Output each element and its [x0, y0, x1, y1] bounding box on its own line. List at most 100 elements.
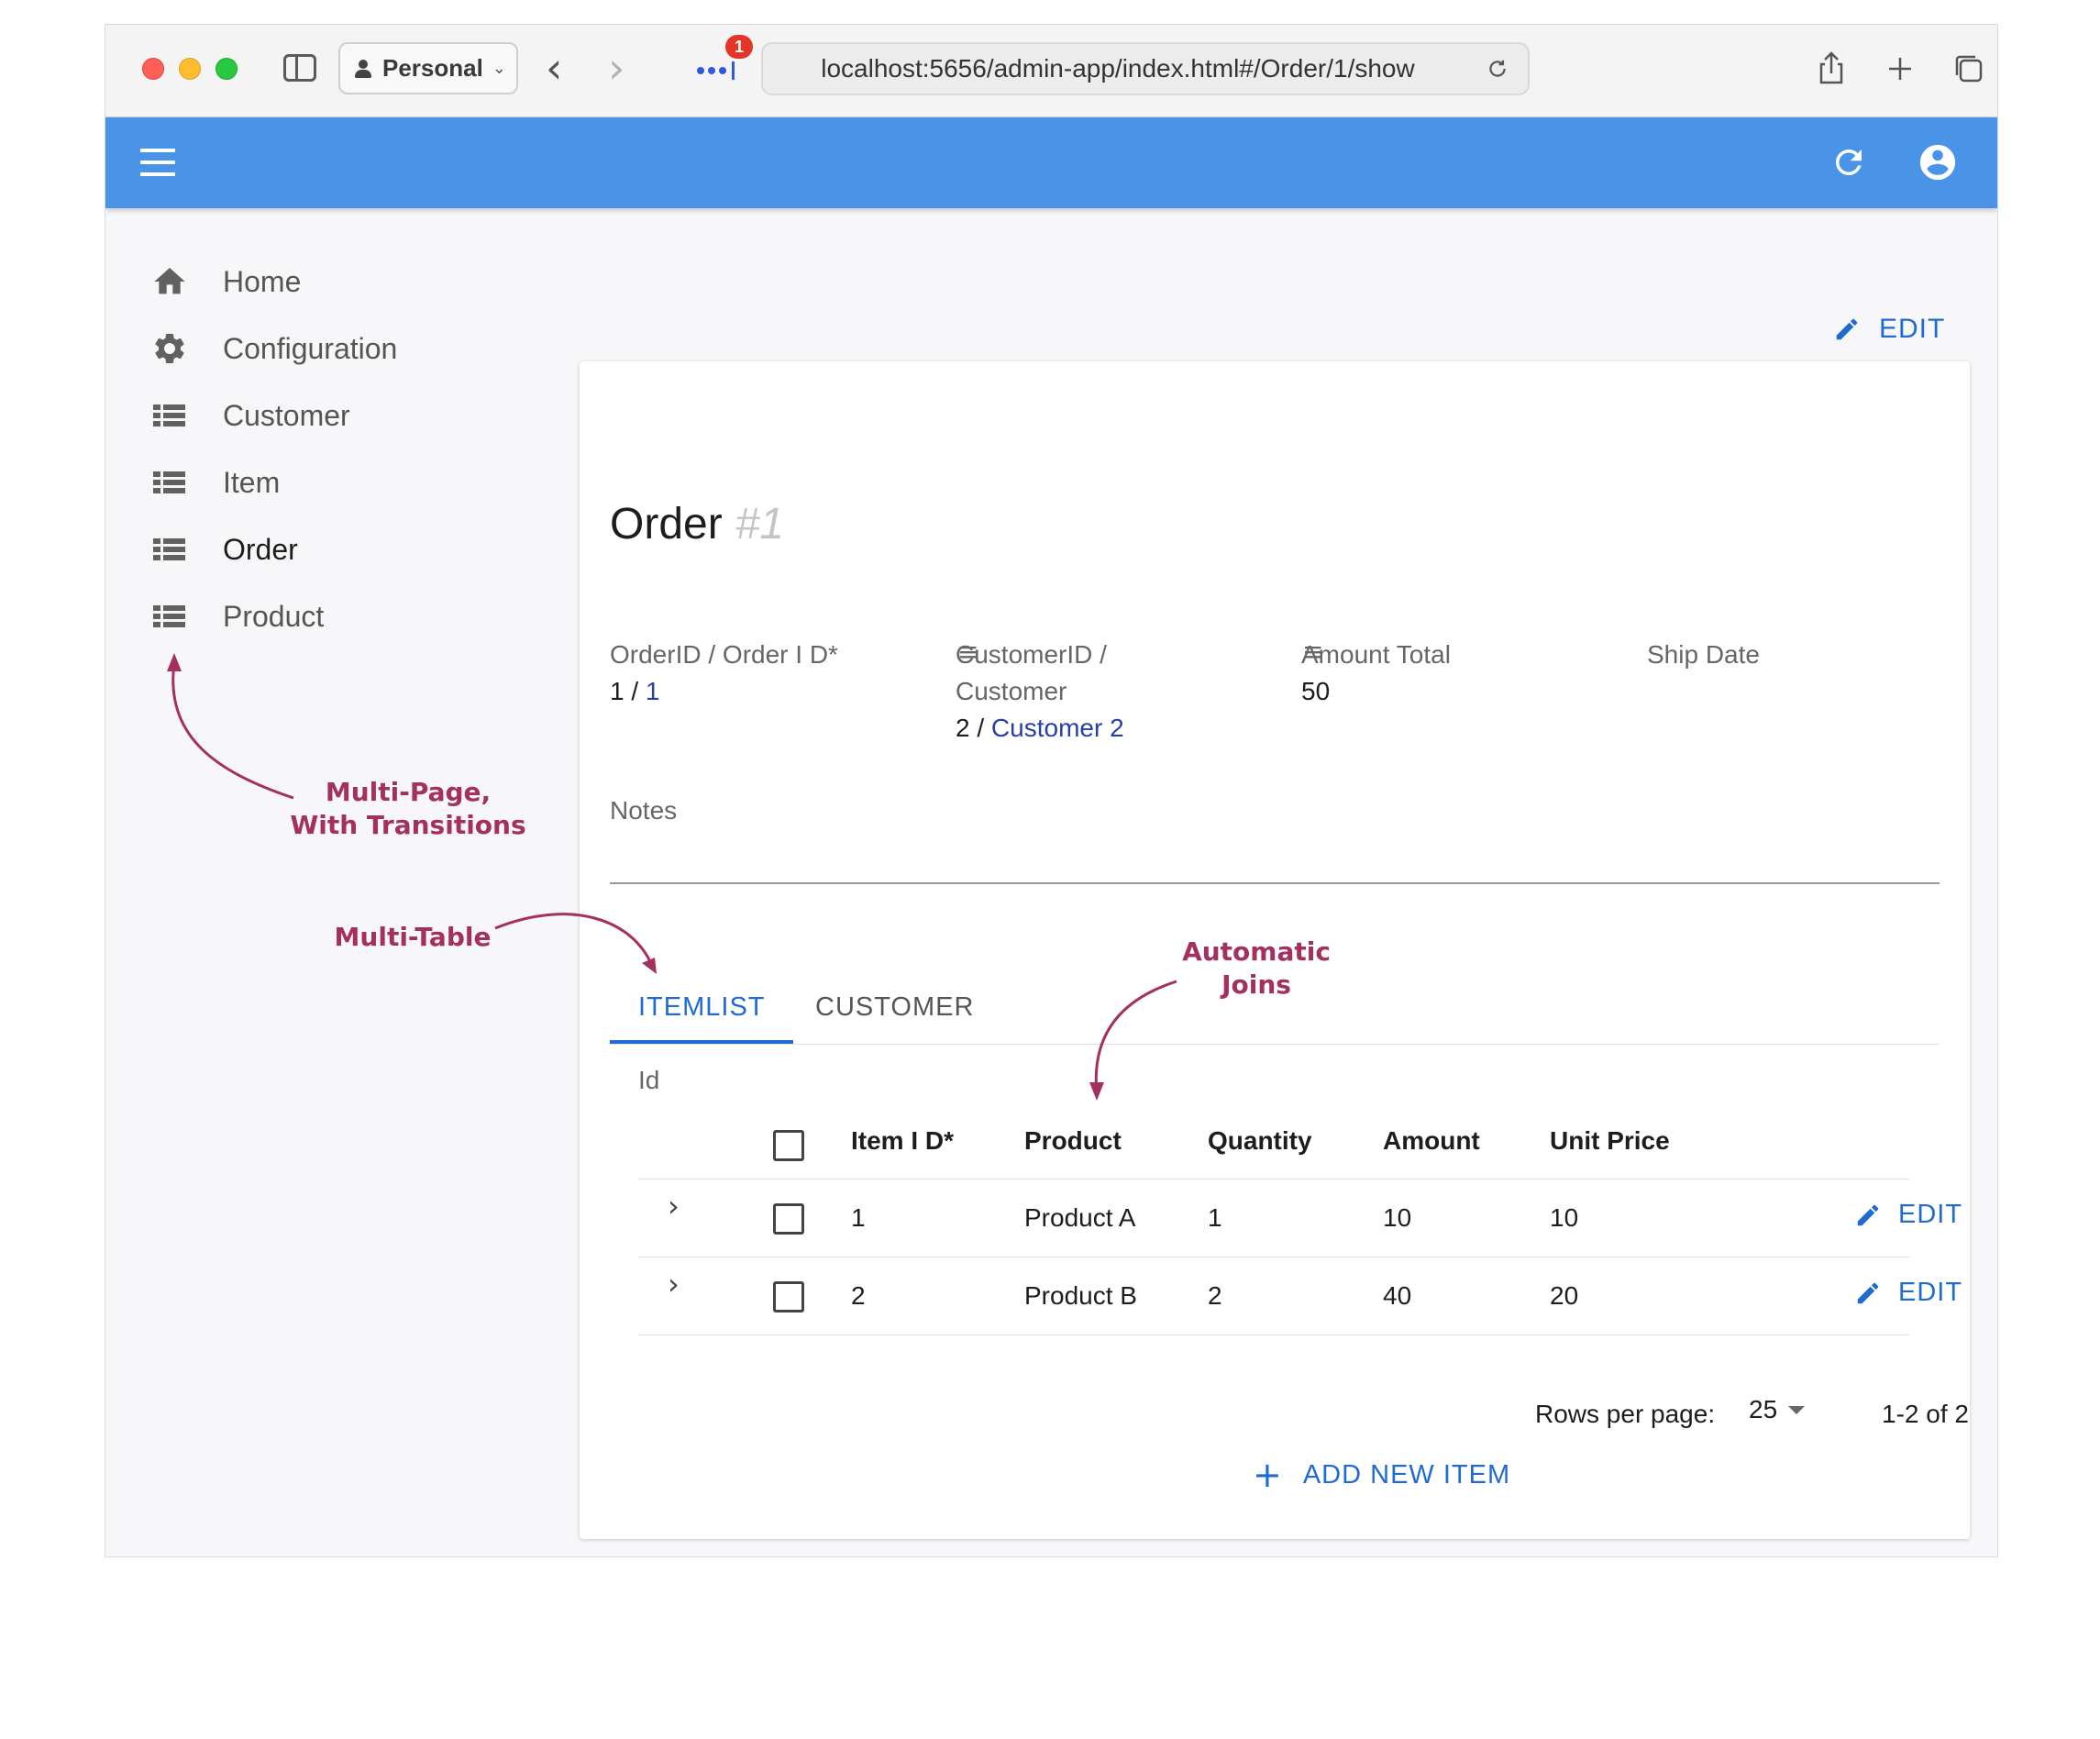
add-new-item-label: ADD NEW ITEM	[1302, 1459, 1511, 1490]
row-checkbox[interactable]	[773, 1281, 804, 1313]
page-title: Order #1	[610, 499, 784, 549]
row-edit-button[interactable]: EDIT	[1854, 1278, 1962, 1308]
sidebar-toggle-icon[interactable]	[283, 54, 316, 82]
annotation-automatic-joins: Automatic Joins	[1165, 936, 1348, 1002]
annotation-automatic-joins-line2: Joins	[1221, 969, 1291, 1000]
notes-divider	[610, 882, 1940, 884]
forward-icon[interactable]: ›	[608, 45, 624, 91]
rows-per-page-select[interactable]: 25	[1749, 1395, 1806, 1424]
edit-label: EDIT	[1879, 314, 1946, 344]
sidebar-item-label: Configuration	[223, 331, 398, 365]
tab-itemlist[interactable]: ITEMLIST	[638, 992, 766, 1023]
gear-icon	[155, 333, 184, 363]
column-header-amount[interactable]: Amount	[1383, 1126, 1480, 1156]
back-icon[interactable]: ‹	[546, 45, 562, 91]
plus-icon: +	[1253, 1455, 1283, 1495]
cell-unit-price: 20	[1550, 1281, 1579, 1310]
rows-per-page-value: 25	[1749, 1395, 1778, 1423]
chevron-right-icon[interactable]: ›	[668, 1189, 680, 1224]
extensions-icon[interactable]	[697, 61, 741, 80]
cell-item-id: 2	[851, 1281, 866, 1310]
order-id-value: 1 / 1	[610, 673, 660, 710]
profile-label: Personal	[382, 54, 483, 82]
browser-toolbar: Personal ⌄ ‹ › 1 localhost:5656/admin-ap…	[105, 25, 1997, 117]
add-new-item-button[interactable]: + ADD NEW ITEM	[1253, 1457, 1510, 1492]
sidebar-item-label: Home	[223, 264, 302, 298]
chevron-right-icon[interactable]: ›	[668, 1267, 680, 1301]
address-bar[interactable]: localhost:5656/admin-app/index.html#/Ord…	[761, 42, 1530, 95]
cell-quantity: 2	[1208, 1281, 1222, 1310]
sidebar-item-label: Item	[223, 465, 281, 499]
customer-prefix: 2 /	[956, 714, 991, 742]
sidebar-item-item[interactable]: Item	[151, 455, 280, 510]
row-divider	[638, 1179, 1909, 1180]
cell-amount: 40	[1383, 1281, 1412, 1310]
sidebar-item-configuration[interactable]: Configuration	[151, 321, 397, 376]
hamburger-menu-icon[interactable]	[140, 149, 175, 176]
customer-label-line1: CustomerID /	[956, 640, 1107, 669]
profile-button[interactable]: Personal ⌄	[338, 42, 518, 94]
dropdown-arrow-icon	[1788, 1405, 1806, 1414]
id-label: Id	[638, 1066, 660, 1094]
sidebar-item-customer[interactable]: Customer	[151, 388, 350, 443]
record-id: #1	[735, 500, 785, 548]
row-edit-label: EDIT	[1898, 1200, 1963, 1229]
new-tab-icon[interactable]	[1880, 49, 1920, 89]
cell-amount: 10	[1383, 1203, 1412, 1232]
sidebar-item-order[interactable]: Order	[151, 522, 298, 577]
row-checkbox[interactable]	[773, 1203, 804, 1235]
tabs-divider	[610, 1044, 1940, 1045]
sidebar-item-label: Customer	[223, 398, 350, 432]
url-text: localhost:5656/admin-app/index.html#/Ord…	[821, 54, 1415, 83]
cell-item-id: 1	[851, 1203, 866, 1232]
list-icon	[151, 397, 188, 434]
refresh-icon[interactable]	[1829, 143, 1868, 182]
amount-total-value: 50	[1301, 677, 1331, 705]
annotation-multi-table: Multi-Table	[334, 922, 492, 952]
row-edit-button[interactable]: EDIT	[1854, 1200, 1962, 1230]
page-range: 1-2 of 2	[1882, 1400, 1969, 1428]
pencil-icon	[1857, 1204, 1879, 1225]
list-icon	[151, 598, 188, 635]
reload-icon[interactable]	[1486, 57, 1509, 81]
home-icon	[154, 268, 185, 294]
pencil-icon	[1857, 1282, 1879, 1303]
customer-value: 2 / Customer 2	[956, 710, 1124, 747]
row-edit-label: EDIT	[1898, 1278, 1963, 1307]
cell-quantity: 1	[1208, 1203, 1222, 1232]
list-icon	[151, 531, 188, 568]
column-header-product[interactable]: Product	[1024, 1126, 1122, 1156]
account-circle-icon[interactable]	[1917, 141, 1959, 183]
column-header-item-id[interactable]: Item I D*	[851, 1126, 954, 1156]
minimize-window-button[interactable]	[179, 58, 201, 80]
zoom-window-button[interactable]	[216, 58, 238, 80]
order-id-label: OrderID / Order I D*	[610, 640, 838, 669]
person-icon	[353, 59, 373, 79]
customer-link[interactable]: Customer 2	[991, 714, 1124, 742]
sidebar-item-home[interactable]: Home	[151, 254, 301, 309]
sidebar-item-label: Order	[223, 532, 298, 566]
rows-per-page-label: Rows per page:	[1535, 1400, 1716, 1428]
list-icon	[151, 464, 188, 501]
amount-total-label: Amount Total	[1301, 640, 1451, 669]
column-header-quantity[interactable]: Quantity	[1208, 1126, 1312, 1156]
tab-customer[interactable]: CUSTOMER	[815, 992, 974, 1023]
column-header-unit-price[interactable]: Unit Price	[1550, 1126, 1670, 1156]
chevron-down-icon: ⌄	[492, 59, 506, 77]
close-window-button[interactable]	[142, 58, 164, 80]
order-id-link[interactable]: 1	[646, 677, 660, 705]
page-title-text: Order	[610, 500, 723, 548]
annotation-multi-page-line1: Multi-Page,	[325, 777, 492, 807]
select-all-checkbox[interactable]	[773, 1130, 804, 1161]
cell-product-link[interactable]: Product B	[1024, 1281, 1137, 1311]
share-icon[interactable]	[1811, 49, 1851, 89]
sidebar-item-product[interactable]: Product	[151, 589, 324, 644]
notes-label: Notes	[610, 796, 678, 825]
tabs-overview-icon[interactable]	[1949, 49, 1989, 89]
annotation-multi-page-line2: With Transitions	[290, 810, 526, 840]
edit-button[interactable]: EDIT	[1833, 309, 1945, 349]
order-id-prefix: 1 /	[610, 677, 646, 705]
pencil-icon	[1836, 318, 1858, 340]
extensions-badge: 1	[725, 35, 753, 59]
cell-product-link[interactable]: Product A	[1024, 1203, 1135, 1233]
